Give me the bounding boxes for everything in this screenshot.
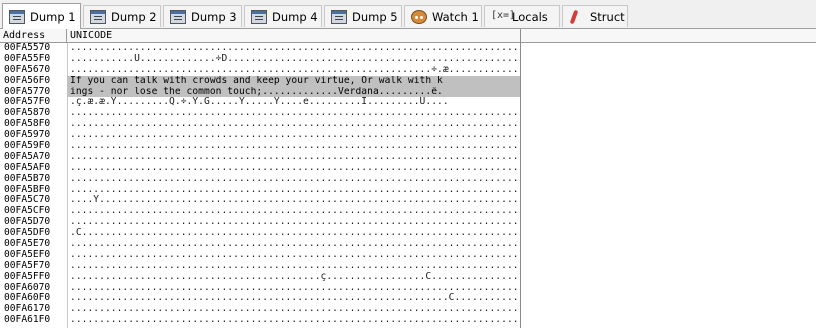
- unicode-row[interactable]: ........................................…: [67, 293, 520, 304]
- right-pane-header: [521, 29, 816, 43]
- unicode-row[interactable]: ........................................…: [67, 152, 520, 163]
- address-cell[interactable]: 00FA56F0: [0, 76, 67, 87]
- tab-label: Watch 1: [432, 9, 479, 24]
- address-cell[interactable]: 00FA5AF0: [0, 163, 67, 174]
- dump-icon: [90, 9, 106, 24]
- unicode-row[interactable]: ........................................…: [67, 206, 520, 217]
- address-column-header[interactable]: Address: [0, 29, 67, 42]
- unicode-row[interactable]: If you can talk with crowds and keep you…: [67, 75, 520, 87]
- address-cell[interactable]: 00FA5EF0: [0, 250, 67, 261]
- address-cell[interactable]: 00FA60F0: [0, 293, 67, 304]
- right-empty-pane: [521, 29, 816, 328]
- address-cell[interactable]: 00FA55F0: [0, 54, 67, 65]
- address-column: 00FA5570 00FA55F0 00FA5670 00FA56F0 00FA5770…: [0, 43, 68, 328]
- dump-panel[interactable]: Address UNICODE 00FA5570 00FA55F0 00FA5670…: [0, 29, 521, 328]
- tab-label: Dump 3: [191, 9, 237, 24]
- tab-label: Dump 1: [30, 9, 76, 24]
- unicode-row[interactable]: ...........Û.............÷D.............…: [67, 54, 520, 65]
- dump-icon: [331, 9, 347, 24]
- dump-icon: [170, 9, 186, 24]
- address-cell[interactable]: 00FA5670: [0, 65, 67, 76]
- address-cell[interactable]: 00FA5870: [0, 108, 67, 119]
- unicode-row[interactable]: ........................................…: [67, 239, 520, 250]
- unicode-row[interactable]: .C......................................…: [67, 228, 520, 239]
- address-cell[interactable]: 00FA57F0: [0, 97, 67, 108]
- unicode-row[interactable]: ........................................…: [67, 315, 520, 326]
- dump-tab-bar: Dump 1 Dump 2 Dump 3 Dump 4 Dump 5 Watch 1 [x=…: [0, 0, 816, 29]
- unicode-row[interactable]: ........................................…: [67, 304, 520, 315]
- tab-label: Struct: [590, 9, 625, 24]
- tab-dump-5[interactable]: Dump 5: [324, 5, 402, 27]
- dump-icon: [9, 9, 25, 24]
- unicode-row[interactable]: ........................................…: [67, 43, 520, 54]
- address-cell[interactable]: 00FA5BF0: [0, 185, 67, 196]
- tab-dump-2[interactable]: Dump 2: [83, 5, 161, 27]
- address-cell[interactable]: 00FA5C70: [0, 195, 67, 206]
- tab-dump-4[interactable]: Dump 4: [244, 5, 322, 27]
- address-cell[interactable]: 00FA5CF0: [0, 206, 67, 217]
- address-cell[interactable]: 00FA6070: [0, 283, 67, 294]
- tab-label: Dump 2: [111, 9, 157, 24]
- unicode-row[interactable]: ........................................…: [67, 119, 520, 130]
- address-cell[interactable]: 00FA5E70: [0, 239, 67, 250]
- address-cell[interactable]: 00FA5770: [0, 87, 67, 98]
- unicode-row[interactable]: ........................................…: [67, 185, 520, 196]
- address-cell[interactable]: 00FA5970: [0, 130, 67, 141]
- address-cell[interactable]: 00FA58F0: [0, 119, 67, 130]
- dump-icon: [251, 9, 267, 24]
- tab-label: Dump 5: [352, 9, 398, 24]
- unicode-row[interactable]: ........................................…: [67, 272, 520, 283]
- tab-dump-1[interactable]: Dump 1: [2, 3, 81, 29]
- struct-icon: [569, 10, 585, 24]
- unicode-row[interactable]: .ç.æ.æ.Ý.........Q.÷.Ý.G.....Ý.....Ý....…: [67, 97, 520, 108]
- tab-watch-1[interactable]: Watch 1: [404, 5, 482, 27]
- tab-dump-3[interactable]: Dump 3: [163, 5, 242, 27]
- address-cell[interactable]: 00FA61F0: [0, 315, 67, 326]
- address-cell[interactable]: 00FA5B70: [0, 174, 67, 185]
- unicode-row[interactable]: ........................................…: [67, 108, 520, 119]
- watch-icon: [411, 9, 427, 24]
- tab-struct[interactable]: Struct: [562, 5, 628, 27]
- tab-locals[interactable]: [x=] Locals: [484, 5, 560, 27]
- address-cell[interactable]: 00FA5D70: [0, 217, 67, 228]
- dump-header: Address UNICODE: [0, 29, 520, 43]
- unicode-row[interactable]: ........................................…: [67, 163, 520, 174]
- unicode-row[interactable]: ........................................…: [67, 174, 520, 185]
- unicode-row[interactable]: ........................................…: [67, 65, 520, 76]
- unicode-column-header[interactable]: UNICODE: [67, 29, 520, 42]
- unicode-row[interactable]: ........................................…: [67, 261, 520, 272]
- unicode-column[interactable]: ........................................…: [67, 43, 520, 328]
- tab-label: Locals: [512, 9, 548, 24]
- address-cell[interactable]: 00FA5A70: [0, 152, 67, 163]
- address-cell[interactable]: 00FA5FF0: [0, 272, 67, 283]
- unicode-row[interactable]: ........................................…: [67, 141, 520, 152]
- address-cell[interactable]: 00FA5570: [0, 43, 67, 54]
- unicode-row[interactable]: ........................................…: [67, 283, 520, 294]
- unicode-row[interactable]: ....Ý...................................…: [67, 195, 520, 206]
- tab-label: Dump 4: [272, 9, 318, 24]
- address-cell[interactable]: 00FA59F0: [0, 141, 67, 152]
- address-cell[interactable]: 00FA5DF0: [0, 228, 67, 239]
- unicode-row[interactable]: ........................................…: [67, 130, 520, 141]
- locals-icon: [x=]: [491, 9, 516, 21]
- unicode-row[interactable]: ........................................…: [67, 217, 520, 228]
- address-cell[interactable]: 00FA6170: [0, 304, 67, 315]
- address-cell[interactable]: 00FA5F70: [0, 261, 67, 272]
- unicode-row[interactable]: ings - nor lose the common touch;.......…: [67, 86, 520, 98]
- unicode-row[interactable]: ........................................…: [67, 250, 520, 261]
